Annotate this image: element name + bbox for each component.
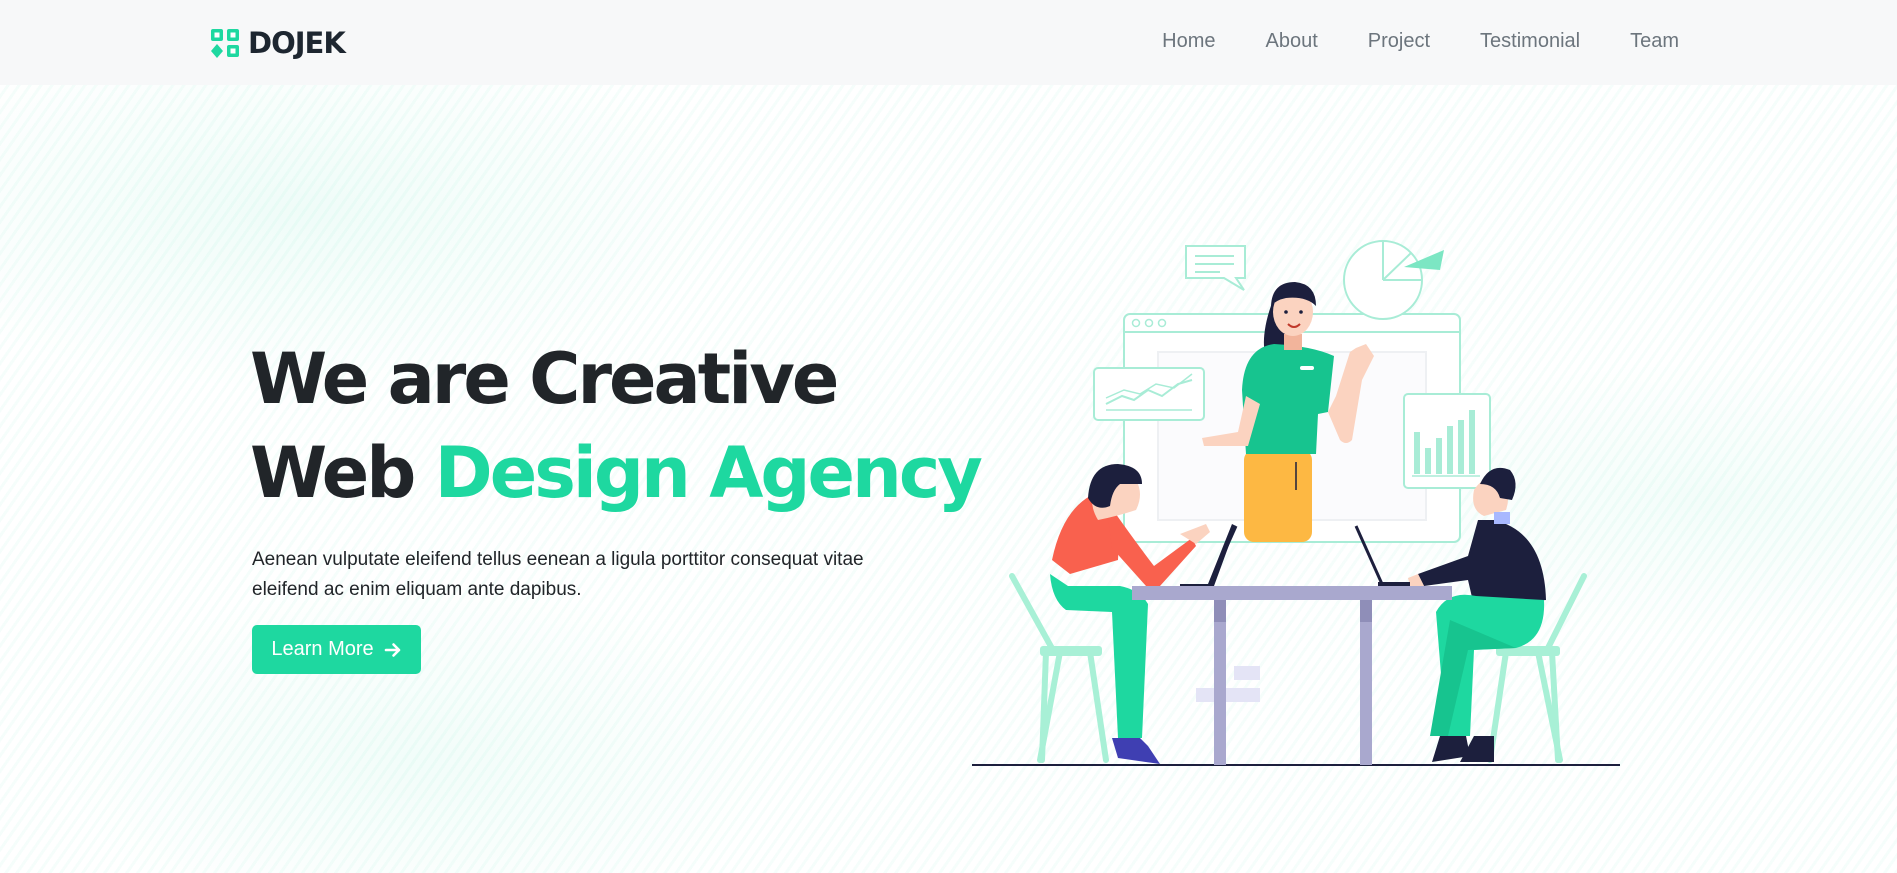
- nav-link-home[interactable]: Home: [1162, 28, 1215, 54]
- arrow-right-icon: [384, 642, 400, 657]
- logo-grid-icon: [211, 29, 239, 58]
- navbar: DOJEK Home About Project Testimonial Tea…: [0, 0, 1897, 85]
- learn-more-label: Learn More: [271, 638, 374, 660]
- hero-description: Aenean vulputate eleifend tellus eenean …: [252, 549, 864, 600]
- brand-logo[interactable]: DOJEK: [210, 26, 346, 60]
- hero-title: We are Creative Web Design Agency: [250, 332, 983, 520]
- team-meeting-illustration: [972, 240, 1620, 766]
- hero-title-line2: Web: [250, 432, 435, 514]
- nav-link-team[interactable]: Team: [1630, 28, 1679, 54]
- main-nav: Home About Project Testimonial Team: [1162, 28, 1679, 54]
- hero-title-line1: We are Creative: [250, 338, 839, 420]
- nav-link-about[interactable]: About: [1266, 28, 1318, 54]
- nav-link-project[interactable]: Project: [1368, 28, 1430, 54]
- brand-name: DOJEK: [248, 26, 346, 60]
- hero-title-accent: Design Agency: [434, 432, 983, 514]
- nav-link-testimonial[interactable]: Testimonial: [1480, 28, 1580, 54]
- learn-more-button[interactable]: Learn More: [252, 625, 421, 674]
